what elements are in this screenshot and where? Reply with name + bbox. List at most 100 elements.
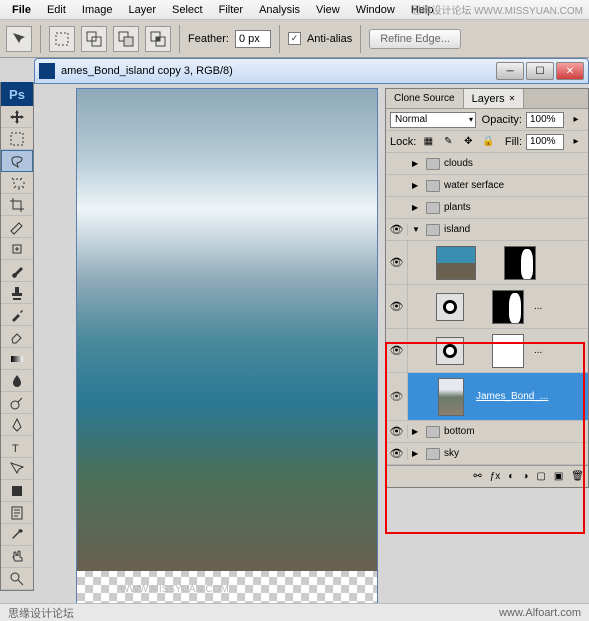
- blend-mode-select[interactable]: Normal: [390, 112, 476, 128]
- folder-icon: [426, 426, 440, 438]
- lock-pixels-icon[interactable]: ✎: [440, 134, 456, 150]
- slice-tool[interactable]: [1, 216, 33, 238]
- lock-position-icon[interactable]: ✥: [460, 134, 476, 150]
- zoom-tool[interactable]: [1, 568, 33, 590]
- menu-select[interactable]: Select: [164, 2, 211, 18]
- ps-file-icon: [39, 63, 55, 79]
- visibility-toggle[interactable]: 👁: [386, 223, 408, 236]
- shape-tool[interactable]: [1, 480, 33, 502]
- visibility-toggle[interactable]: 👁: [386, 329, 408, 372]
- history-brush-tool[interactable]: [1, 304, 33, 326]
- layer-group-water[interactable]: ▶water serface: [386, 175, 588, 197]
- close-tab-icon[interactable]: ✕: [509, 94, 516, 103]
- feather-input[interactable]: 0 px: [235, 30, 271, 48]
- options-bar: Feather: 0 px ✓ Anti-alias Refine Edge..…: [0, 20, 589, 58]
- menu-view[interactable]: View: [308, 2, 348, 18]
- heal-tool[interactable]: [1, 238, 33, 260]
- status-bar: 思缘设计论坛 www.Alfoart.com: [0, 603, 589, 621]
- layer-ocean-masked[interactable]: 👁: [386, 241, 588, 285]
- tab-clone-source[interactable]: Clone Source: [386, 89, 464, 108]
- visibility-toggle[interactable]: 👁: [386, 241, 408, 284]
- eyedropper-tool[interactable]: [1, 524, 33, 546]
- menu-filter[interactable]: Filter: [211, 2, 251, 18]
- menu-bar: File Edit Image Layer Select Filter Anal…: [0, 0, 589, 20]
- folder-icon: [426, 448, 440, 460]
- folder-icon: [426, 180, 440, 192]
- menu-file[interactable]: File: [4, 2, 39, 18]
- document-canvas[interactable]: [76, 88, 378, 605]
- dodge-tool[interactable]: [1, 392, 33, 414]
- link-layers-icon[interactable]: ⚯: [473, 471, 481, 482]
- path-tool[interactable]: [1, 458, 33, 480]
- wand-tool[interactable]: [1, 172, 33, 194]
- intersect-selection-icon[interactable]: [145, 26, 171, 52]
- document-titlebar: ames_Bond_island copy 3, RGB/8) ─ ☐ ✕: [34, 58, 589, 84]
- pen-tool[interactable]: [1, 414, 33, 436]
- layer-group-plants[interactable]: ▶plants: [386, 197, 588, 219]
- move-tool[interactable]: [1, 106, 33, 128]
- refine-edge-button[interactable]: Refine Edge...: [369, 29, 461, 49]
- layer-thumbnail: [436, 246, 476, 280]
- opacity-input[interactable]: 100%: [526, 112, 564, 128]
- maximize-button[interactable]: ☐: [526, 62, 554, 80]
- subtract-selection-icon[interactable]: [113, 26, 139, 52]
- new-selection-icon[interactable]: [49, 26, 75, 52]
- mask-icon[interactable]: ◐: [508, 471, 514, 482]
- lock-all-icon[interactable]: 🔒: [480, 134, 496, 150]
- layer-group-clouds[interactable]: ▶clouds: [386, 153, 588, 175]
- close-button[interactable]: ✕: [556, 62, 584, 80]
- visibility-toggle[interactable]: 👁: [386, 447, 408, 460]
- fill-arrow-icon[interactable]: ▸: [568, 134, 584, 150]
- layer-group-bottom[interactable]: 👁 ▶bottom: [386, 421, 588, 443]
- layer-mask-thumbnail: [492, 290, 524, 324]
- crop-tool[interactable]: [1, 194, 33, 216]
- new-layer-icon[interactable]: ▣: [554, 471, 563, 482]
- antialias-checkbox[interactable]: ✓: [288, 32, 301, 45]
- tab-layers[interactable]: Layers✕: [464, 89, 525, 108]
- lasso-tool[interactable]: [1, 150, 33, 172]
- group-icon[interactable]: ▢: [536, 471, 545, 482]
- tool-preset-picker[interactable]: [6, 26, 32, 52]
- fx-icon[interactable]: ƒx: [490, 471, 501, 482]
- visibility-toggle[interactable]: 👁: [386, 373, 408, 420]
- lock-label: Lock:: [390, 136, 416, 148]
- lock-transparency-icon[interactable]: ▦: [420, 134, 436, 150]
- layer-group-island[interactable]: 👁 ▼island: [386, 219, 588, 241]
- delete-icon[interactable]: 🗑: [571, 471, 584, 482]
- layer-james-bond-selected[interactable]: 👁 James_Bond_...: [386, 373, 588, 421]
- marquee-tool[interactable]: [1, 128, 33, 150]
- menu-window[interactable]: Window: [348, 2, 403, 18]
- visibility-toggle[interactable]: 👁: [386, 425, 408, 438]
- brush-tool[interactable]: [1, 260, 33, 282]
- feather-label: Feather:: [188, 33, 229, 45]
- folder-icon: [426, 158, 440, 170]
- menu-image[interactable]: Image: [74, 2, 121, 18]
- adjustment-new-icon[interactable]: ◑: [522, 471, 528, 482]
- svg-text:T: T: [12, 443, 19, 455]
- opacity-arrow-icon[interactable]: ▸: [568, 112, 584, 128]
- layer-name-truncated: ...: [534, 301, 542, 312]
- footer-left: 思缘设计论坛: [8, 605, 74, 621]
- hand-tool[interactable]: [1, 546, 33, 568]
- layer-adjustment-1[interactable]: 👁 ...: [386, 285, 588, 329]
- layer-group-sky[interactable]: 👁 ▶sky: [386, 443, 588, 465]
- watermark-canvas: WWW.MISSYUAN.COM: [120, 584, 229, 595]
- notes-tool[interactable]: [1, 502, 33, 524]
- toolbox: Ps T: [0, 82, 34, 591]
- menu-analysis[interactable]: Analysis: [251, 2, 308, 18]
- fill-input[interactable]: 100%: [526, 134, 564, 150]
- type-tool[interactable]: T: [1, 436, 33, 458]
- add-selection-icon[interactable]: [81, 26, 107, 52]
- footer-right: www.Alfoart.com: [499, 607, 581, 619]
- menu-edit[interactable]: Edit: [39, 2, 74, 18]
- visibility-toggle[interactable]: 👁: [386, 285, 408, 328]
- adjustment-icon: [436, 337, 464, 365]
- layer-adjustment-2[interactable]: 👁 ...: [386, 329, 588, 373]
- eraser-tool[interactable]: [1, 326, 33, 348]
- blur-tool[interactable]: [1, 370, 33, 392]
- layer-list: ▶clouds ▶water serface ▶plants 👁 ▼island…: [386, 153, 588, 465]
- minimize-button[interactable]: ─: [496, 62, 524, 80]
- menu-layer[interactable]: Layer: [121, 2, 165, 18]
- stamp-tool[interactable]: [1, 282, 33, 304]
- gradient-tool[interactable]: [1, 348, 33, 370]
